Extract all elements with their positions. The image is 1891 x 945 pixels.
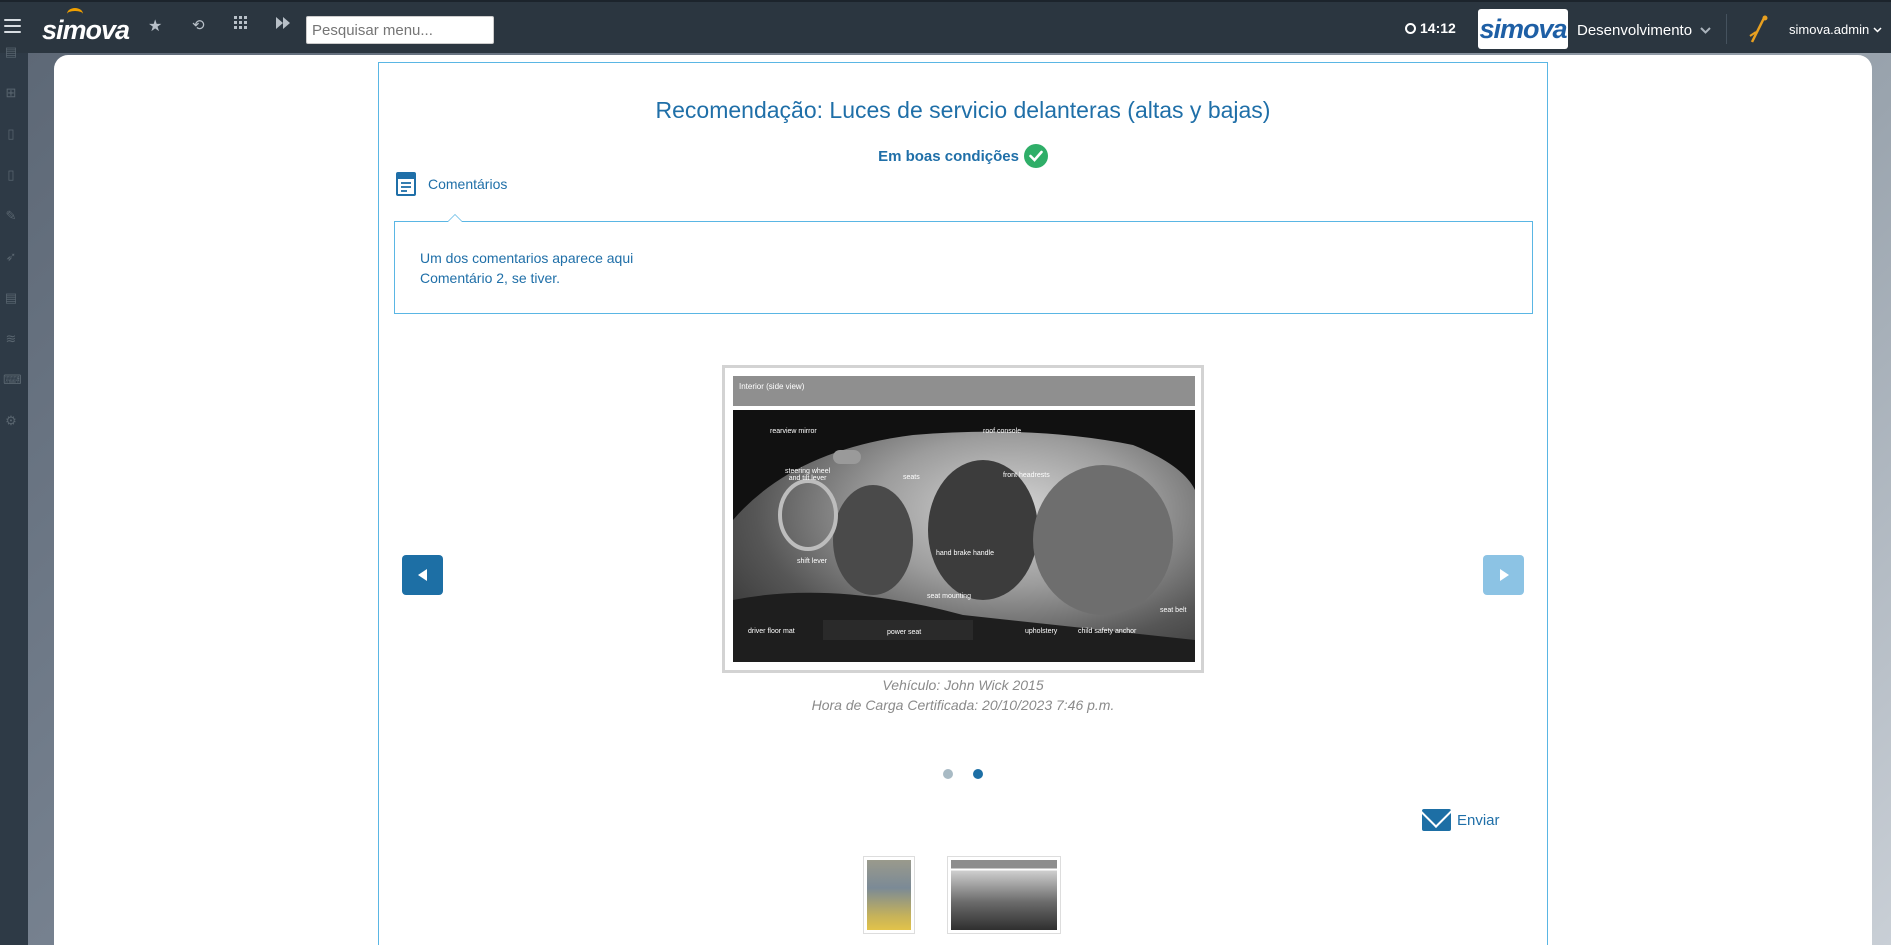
thumbnail-2-image [951,860,1057,930]
thumbnail-1[interactable] [863,856,915,934]
diagram-header: Interior (side view) [733,376,1195,406]
carousel-next-button[interactable] [1483,555,1524,595]
thumbnail-strip [378,842,1548,945]
label-steering-wheel: steering wheel and tilt lever [785,468,831,482]
tab-comments[interactable]: Comentários [396,172,507,196]
sidebar-icon-top[interactable]: ▤ [3,45,19,59]
envelope-icon [1422,809,1451,831]
carousel-image[interactable]: Interior (side view) rearview mirror roo… [722,365,1204,673]
label-upholstery: upholstery [1025,628,1058,635]
environment-logo: simova [1478,9,1568,49]
label-power-seat: power seat [887,629,922,636]
environment-selector[interactable]: Desenvolvimento [1577,22,1711,39]
label-child-safety-anchor: child safety anchor [1078,628,1137,635]
simova-logo[interactable]: simova [42,8,130,46]
clock: 14:12 [1405,20,1456,36]
send-button[interactable]: Enviar [1422,809,1500,831]
carousel-dot-1[interactable] [943,769,953,779]
settings-icon[interactable]: ⚙ [3,414,19,428]
comment-1: Um dos comentarios aparece aqui [420,250,634,266]
car-interior-illustration [733,410,1195,662]
comments-panel: Um dos comentarios aparece aqui Comentár… [394,214,1533,314]
menu-icon[interactable] [4,19,21,33]
grid-icon[interactable] [234,16,248,35]
fast-forward-icon[interactable] [276,16,290,34]
clock-icon [1405,22,1416,34]
recommendation-title: Recomendação: Luces de servicio delanter… [655,97,1271,123]
search-menu-input[interactable] [306,16,494,44]
label-driver-floor-mat: driver floor mat [748,628,795,635]
environment-logo-text: simova [1479,13,1567,44]
document-icon[interactable]: ▤ [3,291,19,305]
triangle-left-icon [417,569,427,581]
thumbnail-1-image [867,860,911,930]
logo-text: simova [42,15,130,45]
document-icon [396,172,416,196]
recommendation-card: Recomendação: Luces de servicio delanter… [378,62,1548,843]
tab-comments-label: Comentários [428,176,508,192]
comment-2: Comentário 2, se tiver. [420,270,561,286]
label-seats: seats [903,474,920,481]
car-interior-photo: rearview mirror roof console steering wh… [733,410,1195,662]
send-label: Enviar [1457,811,1500,829]
tab-pointer [447,214,463,222]
keyboard-icon[interactable]: ⌨ [3,373,22,387]
car-interior-diagram: Interior (side view) rearview mirror roo… [733,376,1195,666]
left-sidebar: ▤ ⊞ ▯ ▯ ✎ ➶ ▤ ≋ ⌨ ⚙ [0,45,28,945]
thumbnail-2[interactable] [947,856,1061,934]
logo-signal-arc [67,8,83,20]
topbar-divider [1726,14,1727,44]
history-icon[interactable]: ⟲ [192,16,205,34]
username: simova.admin [1789,22,1870,37]
mobile-icon[interactable]: ▯ [3,168,19,182]
triangle-right-icon [1499,569,1509,581]
rocket-icon[interactable]: ➶ [3,250,19,264]
carousel-indicators [379,769,1547,779]
certified-time-caption: Hora de Carga Certificada: 20/10/2023 7:… [811,697,1115,713]
clock-time: 14:12 [1420,20,1456,36]
status-text: Em boas condições [878,147,1019,165]
label-rearview-mirror: rearview mirror [770,428,817,435]
label-roof-console: roof console [983,428,1022,435]
tablet-icon[interactable]: ▯ [3,127,19,141]
environment-name: Desenvolvimento [1577,22,1693,39]
chevron-down-icon [1700,27,1711,34]
user-menu[interactable]: simova.admin [1789,22,1882,37]
database-icon[interactable]: ≋ [3,332,19,346]
label-shift-lever: shift lever [797,558,827,565]
map-icon[interactable]: ⊞ [3,86,19,100]
label-seat-mounting: seat mounting [927,593,971,600]
label-seat-belt: seat belt [1160,607,1187,614]
check-circle-icon [1023,144,1048,168]
carousel-prev-button[interactable] [402,555,443,595]
star-icon[interactable]: ★ [148,16,162,36]
chevron-down-icon [1873,26,1882,33]
carousel-dot-2[interactable] [973,769,983,779]
label-hand-brake: hand brake handle [936,550,994,557]
user-avatar-icon[interactable] [1746,14,1770,44]
edit-icon[interactable]: ✎ [3,209,19,223]
status-indicator: Em boas condições [379,144,1547,168]
top-navbar: simova ★ ⟲ 14:12 simova Desenvolvimento … [0,0,1891,53]
label-front-headrests: front headrests [1003,472,1050,479]
vehicle-caption: Vehículo: John Wick 2015 [882,677,1044,693]
